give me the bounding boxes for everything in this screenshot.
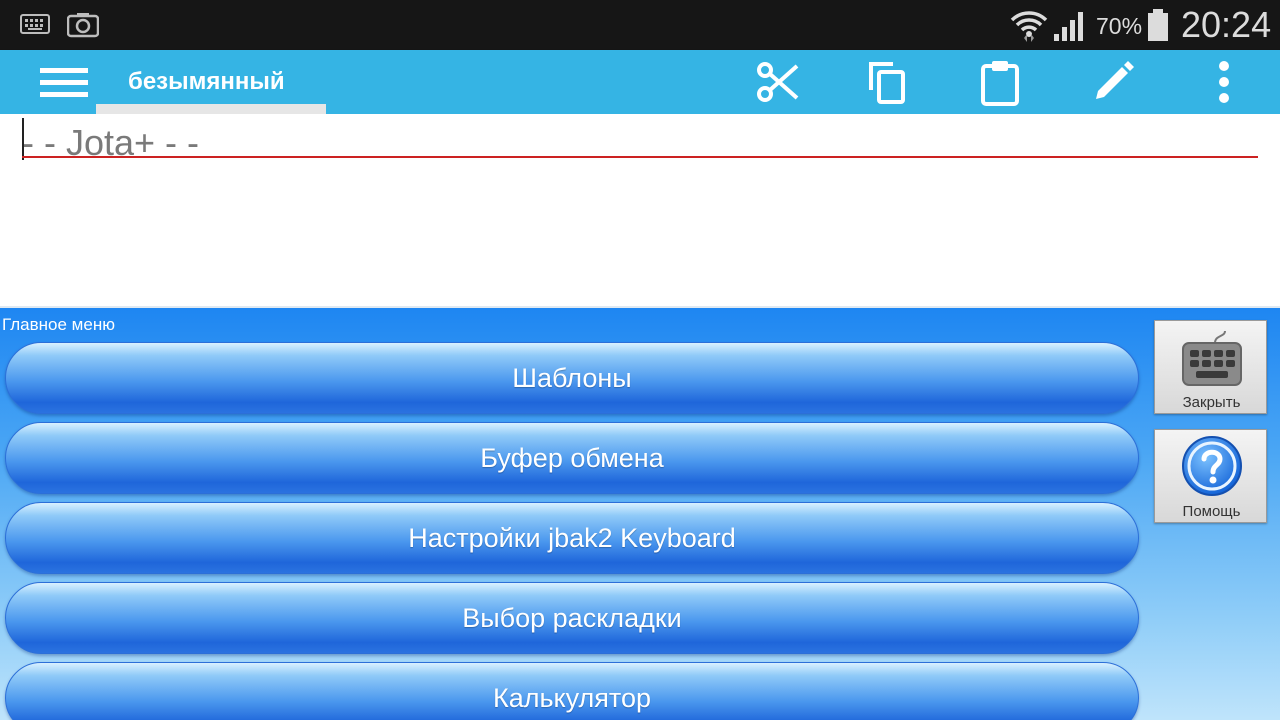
menu-item-label: Выбор раскладки — [462, 602, 682, 633]
paste-button[interactable] — [972, 56, 1028, 108]
action-bar: безымянный — [0, 50, 1280, 114]
menu-item-keyboard-settings[interactable]: Настройки jbak2 Keyboard — [5, 502, 1139, 574]
overflow-menu-button[interactable] — [1196, 56, 1252, 108]
copy-button[interactable] — [859, 56, 915, 108]
cut-button[interactable] — [749, 56, 805, 108]
overflow-icon — [1219, 61, 1229, 103]
menu-item-clipboard[interactable]: Буфер обмена — [5, 422, 1139, 494]
text-caret — [22, 118, 24, 160]
tab-selected-indicator — [96, 104, 326, 114]
signal-icon — [1054, 12, 1083, 41]
help-button[interactable]: Помощь — [1154, 429, 1267, 523]
editor-line-marker — [22, 156, 1258, 158]
edit-button[interactable] — [1085, 56, 1141, 108]
screenshot-icon — [67, 13, 99, 38]
menu-item-calculator[interactable]: Калькулятор — [5, 662, 1139, 720]
help-button-label: Помощь — [1182, 503, 1241, 520]
keyboard-icon — [20, 14, 50, 34]
keyboard-main-menu: Главное меню Шаблоны Буфер обмена Настро… — [0, 306, 1280, 720]
menu-item-templates[interactable]: Шаблоны — [5, 342, 1139, 414]
status-bar: 70% 20:24 — [0, 0, 1280, 50]
close-button[interactable]: Закрыть — [1154, 320, 1267, 414]
menu-item-label: Калькулятор — [492, 682, 652, 713]
keyboard-icon — [1182, 330, 1242, 386]
menu-item-label: Буфер обмена — [480, 442, 664, 473]
edit-icon — [1096, 61, 1134, 99]
paste-icon — [981, 61, 1019, 106]
tab-document-label: безымянный — [128, 68, 285, 95]
panel-title: Главное меню — [2, 315, 115, 334]
help-icon — [1182, 436, 1242, 496]
menu-icon — [40, 68, 88, 97]
wifi-icon — [1010, 11, 1048, 42]
menu-item-label: Шаблоны — [512, 362, 632, 393]
menu-item-label: Настройки jbak2 Keyboard — [408, 522, 736, 553]
copy-icon — [869, 62, 905, 104]
battery-percent: 70% — [1096, 13, 1143, 39]
cut-icon — [757, 62, 799, 102]
clock: 20:24 — [1181, 4, 1272, 45]
battery-icon — [1148, 9, 1168, 41]
menu-button[interactable] — [30, 56, 98, 108]
menu-item-layout-selection[interactable]: Выбор раскладки — [5, 582, 1139, 654]
close-button-label: Закрыть — [1182, 394, 1241, 411]
text-editor[interactable]: - - Jota+ - - — [0, 114, 1280, 306]
tab-document[interactable]: безымянный — [96, 50, 326, 114]
